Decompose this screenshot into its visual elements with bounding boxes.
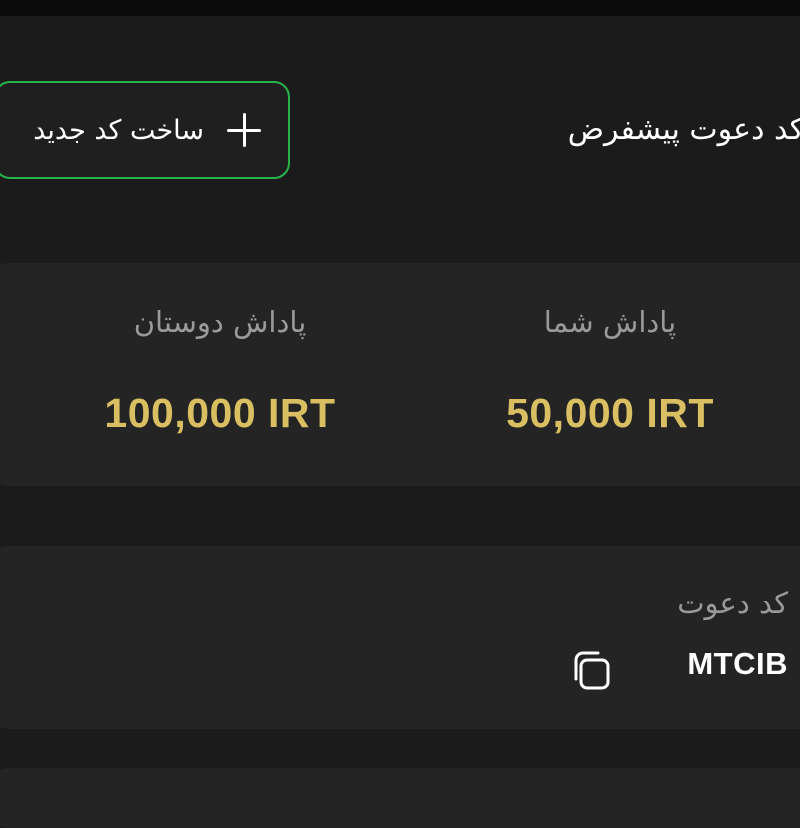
invite-code-card: کد دعوت MTCIB xyxy=(0,546,800,729)
rewards-card: پاداش دوستان 100,000 IRT پاداش شما 50,00… xyxy=(0,263,800,486)
friends-reward-label: پاداش دوستان xyxy=(133,305,307,339)
create-new-code-button[interactable]: ساخت کد جدید xyxy=(0,81,290,179)
your-reward-value: 50,000 IRT xyxy=(506,390,714,436)
copy-icon[interactable] xyxy=(568,648,616,694)
create-new-code-label: ساخت کد جدید xyxy=(33,114,204,146)
friends-reward-value: 100,000 IRT xyxy=(104,390,336,436)
your-reward: پاداش شما 50,000 IRT xyxy=(420,263,800,486)
friends-reward: پاداش دوستان 100,000 IRT xyxy=(30,263,410,486)
your-reward-label: پاداش شما xyxy=(543,305,677,339)
plus-icon xyxy=(226,112,262,148)
page-title: کد دعوت پیشفرض xyxy=(567,112,800,147)
invite-code-value: MTCIB xyxy=(687,646,788,681)
next-card xyxy=(0,768,800,828)
invite-code-label: کد دعوت xyxy=(677,586,788,620)
status-bar xyxy=(0,0,800,16)
